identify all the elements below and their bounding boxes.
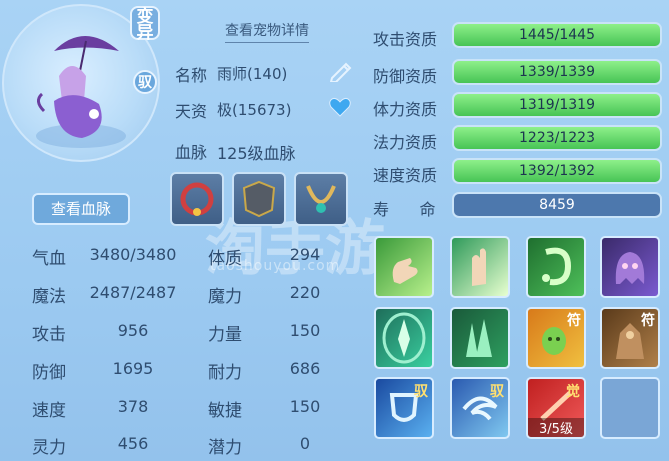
lifespan-bar: 8459 <box>452 192 662 218</box>
skill-slot[interactable] <box>526 236 586 298</box>
attr-value: 0 <box>299 434 311 453</box>
attr-label: 防御 <box>32 363 66 383</box>
attr-label: 力量 <box>208 325 242 345</box>
pet-detail-link[interactable]: 查看宠物详情 <box>225 20 309 43</box>
ghost-icon <box>615 252 645 284</box>
rune-tag: 符 <box>567 313 581 329</box>
attr-label: 体质 <box>208 249 242 269</box>
tame-tag: 驭 <box>490 384 504 400</box>
view-bloodline-button[interactable]: 查看血脉 <box>32 193 130 225</box>
aptitude-label: 法力资质 <box>373 133 438 152</box>
palm-strike-icon <box>392 258 418 284</box>
attr-label: 魔力 <box>208 287 242 307</box>
aptitude-bar: 1339/1339 <box>452 59 662 85</box>
skill-slot[interactable]: 觉 3/5级 <box>526 377 586 439</box>
attr-value: 150 <box>289 397 321 416</box>
aptitude-label: 速度资质 <box>373 166 438 185</box>
aptitude-value: 1445/1445 <box>519 27 595 43</box>
skill-slot[interactable] <box>374 307 434 369</box>
attr-label: 气血 <box>32 249 66 269</box>
equip-collar-slot[interactable] <box>170 172 224 226</box>
attr-value: 220 <box>289 283 321 302</box>
attr-value: 294 <box>289 245 321 264</box>
awaken-tag: 觉 <box>566 384 580 400</box>
bloodline-value: 125级血脉 <box>217 144 296 163</box>
aptitude-value: 1319/1319 <box>519 97 595 113</box>
aptitude-bar: 1392/1392 <box>452 158 662 184</box>
aptitude-label: 攻击资质 <box>373 30 438 49</box>
skill-slot[interactable]: 符 <box>526 307 586 369</box>
attr-value: 686 <box>289 359 321 378</box>
attr-value: 150 <box>289 321 321 340</box>
attr-value: 456 <box>117 434 149 453</box>
attr-label: 耐力 <box>208 363 242 383</box>
pet-aptitude: 极(15673) <box>217 101 292 119</box>
aptitude-label: 体力资质 <box>373 100 438 119</box>
skill-slot-empty[interactable] <box>600 377 660 439</box>
skill-slot[interactable] <box>450 307 510 369</box>
palm-block-icon <box>472 248 486 286</box>
aptitude-bar: 1319/1319 <box>452 92 662 118</box>
skill-slot[interactable] <box>450 236 510 298</box>
aptitude-label: 防御资质 <box>373 67 438 86</box>
skill-slot[interactable]: 驭 <box>374 377 434 439</box>
attr-label: 攻击 <box>32 325 66 345</box>
pet-detail-panel: 淘手游 taoshouyou.com 变 异 驭 查看宠物详情 名称 雨师(14… <box>0 0 669 461</box>
aptitude-value: 1392/1392 <box>519 163 595 179</box>
skill-slot[interactable] <box>600 236 660 298</box>
lifespan-value: 8459 <box>539 197 575 213</box>
bloodline-label: 血脉 <box>175 143 208 162</box>
tame-badge: 驭 <box>133 70 157 94</box>
spirit-eye-icon <box>382 312 426 364</box>
equip-necklace-slot[interactable] <box>294 172 348 226</box>
attr-value: 2487/2487 <box>89 283 177 302</box>
aptitude-value: 1223/1223 <box>519 130 595 146</box>
tame-tag: 驭 <box>414 384 428 400</box>
attr-value: 378 <box>117 397 149 416</box>
lifespan-label: 寿 命 <box>373 200 436 219</box>
attr-label: 敏捷 <box>208 401 242 421</box>
heart-icon[interactable] <box>328 96 352 122</box>
attr-label: 潜力 <box>208 438 242 458</box>
attr-value: 3480/3480 <box>89 245 177 264</box>
variant-badge: 变 异 <box>130 6 160 42</box>
skill-slot[interactable] <box>374 236 434 298</box>
rune-tag: 符 <box>641 313 655 329</box>
attr-label: 速度 <box>32 401 66 421</box>
name-label: 名称 <box>175 66 208 85</box>
armor-icon <box>242 180 276 218</box>
pet-name: 雨师(140) <box>217 65 288 83</box>
aptitude-bar: 1445/1445 <box>452 22 662 48</box>
attr-label: 魔法 <box>32 287 66 307</box>
aptitude-label: 天资 <box>175 102 208 121</box>
aptitude-value: 1339/1339 <box>519 64 595 80</box>
necklace-icon <box>306 185 336 213</box>
crystal-icon <box>466 319 492 357</box>
edit-name-icon[interactable] <box>328 60 354 86</box>
equip-armor-slot[interactable] <box>232 172 286 226</box>
collar-icon <box>180 182 214 216</box>
attr-value: 956 <box>117 321 149 340</box>
skill-level: 3/5级 <box>528 418 584 437</box>
skill-slot[interactable]: 驭 <box>450 377 510 439</box>
attr-label: 灵力 <box>32 438 66 458</box>
skill-slot[interactable]: 符 <box>600 307 660 369</box>
aptitude-bar: 1223/1223 <box>452 125 662 151</box>
poison-icon <box>542 247 572 286</box>
attr-value: 1695 <box>112 359 154 378</box>
